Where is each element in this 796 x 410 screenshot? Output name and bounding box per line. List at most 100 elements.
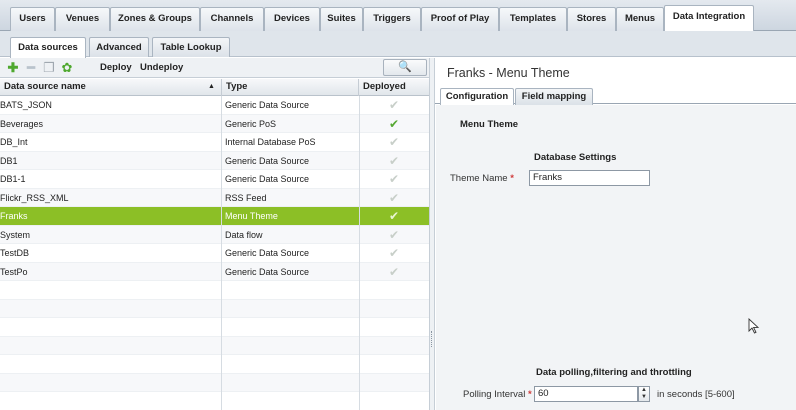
deployed-check-icon: ✔ <box>388 98 400 112</box>
deployed-check-icon: ✔ <box>388 246 400 260</box>
polling-interval-stepper[interactable]: ▲ ▼ <box>638 386 650 402</box>
row-name: Flickr_RSS_XML <box>0 192 69 203</box>
add-icon[interactable]: ✚ <box>6 61 20 75</box>
copy-icon[interactable]: ❐ <box>42 61 56 75</box>
row-name: BATS_JSON <box>0 100 52 110</box>
tab-advanced[interactable]: Advanced <box>89 37 149 57</box>
polling-interval-label: Polling Interval * <box>463 389 532 400</box>
splitter-grip-icon <box>431 331 433 347</box>
deployed-check-icon: ✔ <box>388 190 400 205</box>
theme-name-input[interactable]: Franks <box>529 170 650 186</box>
deployed-check-icon: ✔ <box>388 172 400 186</box>
tab-table-lookup[interactable]: Table Lookup <box>152 37 230 57</box>
sort-ascending-icon: ▲ <box>208 83 215 90</box>
stepper-up-icon[interactable]: ▲ <box>639 387 649 394</box>
tab-channels[interactable]: Channels <box>200 7 264 31</box>
required-marker: * <box>527 389 532 400</box>
deployed-check-icon: ✔ <box>388 264 400 279</box>
row-type: RSS Feed <box>225 192 267 203</box>
row-name: DB_Int <box>0 137 28 147</box>
table-row[interactable]: TestPo Generic Data Source ✔ <box>0 262 429 281</box>
stepper-down-icon[interactable]: ▼ <box>639 394 649 401</box>
main-tab-bar: Users Venues Zones & Groups Channels Dev… <box>0 0 796 32</box>
theme-name-label-text: Theme Name <box>450 173 508 184</box>
tab-devices[interactable]: Devices <box>264 7 320 31</box>
tab-proof-of-play[interactable]: Proof of Play <box>421 7 499 31</box>
tab-data-integration[interactable]: Data Integration <box>664 5 754 32</box>
configuration-panel: Menu Theme Database Settings Theme Name … <box>436 105 796 410</box>
polling-interval-label-text: Polling Interval <box>463 389 526 400</box>
table-row[interactable]: DB_Int Internal Database PoS ✔ <box>0 133 429 152</box>
table-row[interactable]: TestDB Generic Data Source ✔ <box>0 244 429 263</box>
tab-triggers[interactable]: Triggers <box>363 7 421 31</box>
row-name: TestPo <box>0 266 28 277</box>
database-settings-heading: Database Settings <box>534 152 617 163</box>
panel-splitter[interactable] <box>429 58 435 410</box>
column-header-deployed[interactable]: Deployed <box>359 79 429 96</box>
row-type: Menu Theme <box>225 211 278 221</box>
empty-row <box>0 355 429 374</box>
table-row[interactable]: DB1 Generic Data Source ✔ <box>0 151 429 170</box>
row-type: Generic Data Source <box>225 248 310 258</box>
mouse-cursor-icon <box>748 318 760 334</box>
tab-configuration[interactable]: Configuration <box>440 88 514 106</box>
row-type: Data flow <box>225 229 263 240</box>
polling-interval-input[interactable]: 60 <box>534 386 638 402</box>
undeploy-button[interactable]: Undeploy <box>140 62 183 73</box>
deployed-check-icon: ✔ <box>388 153 400 168</box>
grid-header: Data source name ▲ Type Deployed <box>0 79 429 96</box>
deployed-check-icon: ✔ <box>388 135 400 149</box>
table-row-selected[interactable]: Franks Menu Theme ✔ <box>0 207 429 226</box>
row-type: Generic PoS <box>225 118 277 129</box>
data-source-table: BATS_JSON Generic Data Source ✔ Beverage… <box>0 96 429 410</box>
empty-row <box>0 392 429 410</box>
empty-row <box>0 318 429 337</box>
empty-row <box>0 336 429 355</box>
column-header-name-label: Data source name <box>4 81 86 92</box>
row-name: Franks <box>0 211 28 221</box>
search-button[interactable]: 🔍 <box>383 59 427 76</box>
tab-suites[interactable]: Suites <box>320 7 363 31</box>
column-divider <box>221 96 222 410</box>
detail-tab-bar: Configuration Field mapping <box>435 86 796 106</box>
remove-icon[interactable]: ━ <box>24 61 38 75</box>
polling-heading: Data polling,filtering and throttling <box>536 367 692 378</box>
tab-menus[interactable]: Menus <box>616 7 664 31</box>
tab-stores[interactable]: Stores <box>567 7 616 31</box>
tab-venues[interactable]: Venues <box>55 7 110 31</box>
theme-name-label: Theme Name * <box>450 173 514 184</box>
row-name: TestDB <box>0 248 30 258</box>
row-name: DB1 <box>0 155 18 166</box>
row-type: Generic Data Source <box>225 174 310 184</box>
detail-title: Franks - Menu Theme <box>447 66 570 80</box>
deployed-check-icon: ✔ <box>388 227 400 242</box>
deploy-button[interactable]: Deploy <box>100 62 132 73</box>
table-row[interactable]: Beverages Generic PoS ✔ <box>0 114 429 133</box>
table-row[interactable]: DB1-1 Generic Data Source ✔ <box>0 170 429 189</box>
column-header-name[interactable]: Data source name ▲ <box>0 79 222 96</box>
table-row[interactable]: Flickr_RSS_XML RSS Feed ✔ <box>0 188 429 207</box>
empty-row <box>0 299 429 318</box>
tab-field-mapping[interactable]: Field mapping <box>515 88 593 105</box>
polling-interval-hint: in seconds [5-600] <box>657 389 735 400</box>
tab-templates[interactable]: Templates <box>499 7 567 31</box>
search-icon: 🔍 <box>398 61 412 73</box>
row-type: Generic Data Source <box>225 100 310 110</box>
row-type: Generic Data Source <box>225 155 310 166</box>
required-marker: * <box>510 173 514 184</box>
tab-zones-groups[interactable]: Zones & Groups <box>110 7 200 31</box>
table-row[interactable]: BATS_JSON Generic Data Source ✔ <box>0 96 429 115</box>
refresh-icon[interactable]: ✿ <box>60 61 74 75</box>
row-type: Generic Data Source <box>225 266 310 277</box>
empty-row <box>0 373 429 392</box>
tab-data-sources[interactable]: Data sources <box>10 37 86 58</box>
row-type: Internal Database PoS <box>225 137 316 147</box>
column-header-type[interactable]: Type <box>222 79 359 96</box>
deployed-check-icon: ✔ <box>388 116 400 131</box>
empty-row <box>0 281 429 300</box>
tab-users[interactable]: Users <box>10 7 55 31</box>
row-name: DB1-1 <box>0 174 26 184</box>
deployed-check-icon: ✔ <box>388 209 400 223</box>
section-label: Menu Theme <box>460 119 519 130</box>
table-row[interactable]: System Data flow ✔ <box>0 225 429 244</box>
